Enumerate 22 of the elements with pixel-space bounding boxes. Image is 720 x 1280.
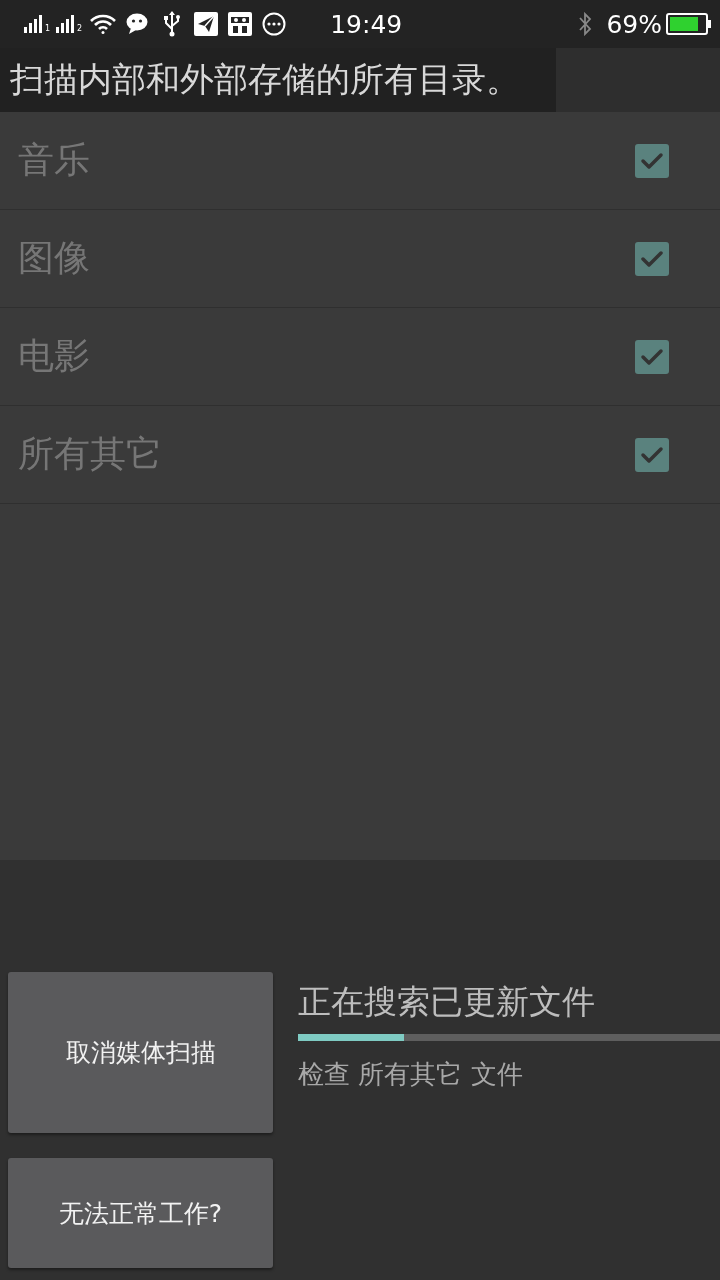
more-icon (262, 12, 287, 36)
usb-icon (163, 11, 182, 37)
action-button[interactable]: 无法正常工作? (8, 1158, 273, 1268)
category-label: 图像 (18, 236, 90, 280)
action-button[interactable]: 取消媒体扫描 (8, 972, 273, 1133)
battery-icon (666, 13, 712, 35)
category-label: 电影 (18, 334, 90, 378)
clock-time: 19:49 (330, 9, 403, 39)
sim-number: 2 (77, 25, 83, 33)
signal-icon (56, 15, 77, 33)
bluetooth-icon (578, 12, 593, 36)
progress-title: 正在搜索已更新文件 (298, 981, 596, 1023)
progress-detail: 检查 所有其它 文件 (298, 1058, 524, 1091)
signal-icon (24, 15, 44, 33)
category-label: 所有其它 (18, 432, 162, 476)
battery-percent: 69% (606, 9, 662, 39)
wifi-icon (90, 14, 117, 34)
sim-number: 1 (45, 25, 51, 33)
app-icon (228, 12, 253, 36)
paper-plane-icon (194, 12, 219, 36)
category-label: 音乐 (18, 138, 90, 182)
header-title: 扫描内部和外部存储的所有目录。 (10, 58, 520, 101)
